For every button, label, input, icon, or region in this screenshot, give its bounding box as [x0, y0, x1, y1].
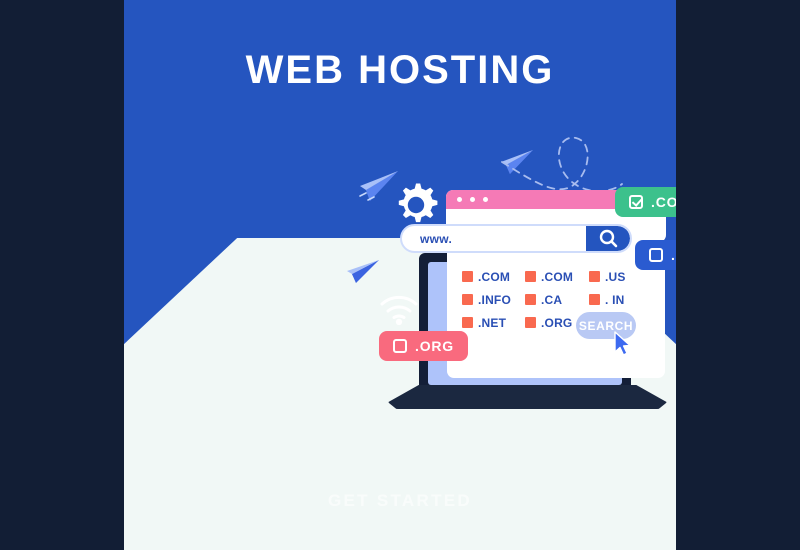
browser-dot	[470, 197, 475, 202]
domain-swatch	[589, 294, 600, 305]
domain-option[interactable]: .COM	[462, 270, 525, 284]
domain-row: .INFO .CA . IN	[462, 288, 652, 311]
domain-swatch	[462, 317, 473, 328]
domain-swatch	[589, 271, 600, 282]
paper-plane-icon	[347, 260, 379, 283]
laptop-base	[388, 385, 667, 409]
poster-canvas: WEB HOSTING www. .COM .COM .US .INFO .CA…	[0, 0, 800, 550]
domain-option[interactable]: .INFO	[462, 293, 525, 307]
domain-option[interactable]: .COM	[525, 270, 589, 284]
search-submit-button[interactable]	[586, 226, 630, 251]
browser-dot	[457, 197, 462, 202]
badge-org[interactable]: .ORG	[379, 331, 468, 361]
mouse-cursor-icon	[614, 331, 631, 356]
search-input[interactable]: www.	[400, 224, 632, 253]
domain-row: .COM .COM .US	[462, 265, 652, 288]
domain-label: .COM	[541, 269, 574, 284]
browser-dot	[483, 197, 488, 202]
domain-option[interactable]: .US	[589, 270, 649, 284]
domain-swatch	[462, 294, 473, 305]
domain-label: . IN	[605, 292, 625, 307]
domain-swatch	[525, 317, 536, 328]
domain-swatch	[525, 294, 536, 305]
page-title: WEB HOSTING	[245, 48, 555, 92]
wifi-icon	[380, 295, 418, 325]
checkbox-icon[interactable]	[393, 339, 407, 353]
domain-option[interactable]: .CA	[525, 293, 589, 307]
get-started-text: GET STARTED	[328, 491, 472, 510]
domain-swatch	[462, 271, 473, 282]
poster-panel: WEB HOSTING www. .COM .COM .US .INFO .CA…	[124, 0, 676, 550]
domain-label: .ORG	[541, 315, 573, 330]
badge-label: .ORG	[415, 338, 454, 354]
search-input-value: www.	[420, 232, 453, 246]
badge-net[interactable]: .NET	[635, 240, 676, 270]
domain-option[interactable]: .NET	[462, 316, 525, 330]
checkbox-checked-icon[interactable]	[629, 195, 643, 209]
domain-label: .NET	[478, 315, 507, 330]
domain-swatch	[525, 271, 536, 282]
domain-label: .US	[605, 269, 626, 284]
domain-label: .CA	[541, 292, 563, 307]
badge-label: .COM	[651, 194, 676, 210]
checkbox-icon[interactable]	[649, 248, 663, 262]
gear-icon	[398, 183, 438, 223]
search-icon	[599, 229, 618, 248]
domain-label: .COM	[478, 269, 511, 284]
domain-label: .INFO	[478, 292, 511, 307]
domain-option[interactable]: . IN	[589, 293, 649, 307]
badge-label: .NET	[671, 247, 676, 263]
badge-com[interactable]: .COM	[615, 187, 676, 217]
